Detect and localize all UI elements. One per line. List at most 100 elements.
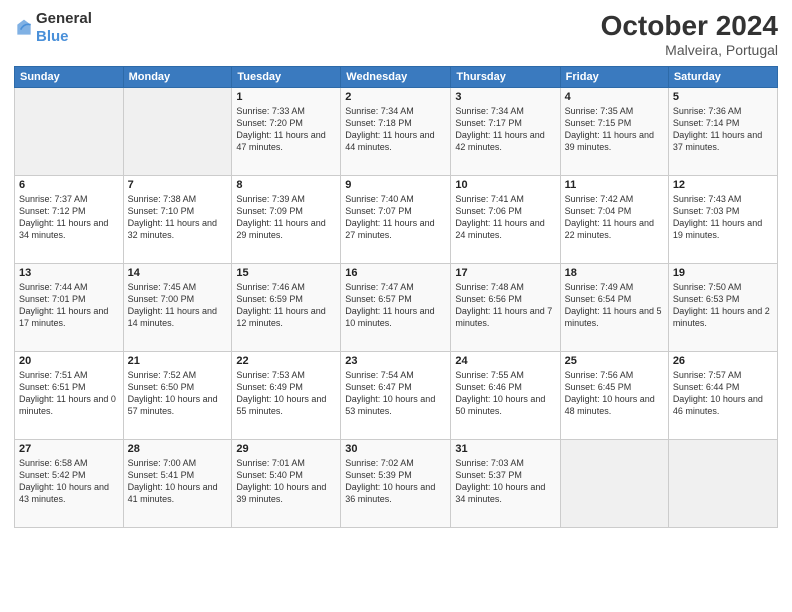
day-number: 1 <box>236 91 336 103</box>
calendar-cell <box>15 88 124 176</box>
calendar-cell: 6 Sunrise: 7:37 AMSunset: 7:12 PMDaylight… <box>15 176 124 264</box>
calendar-body: 1 Sunrise: 7:33 AMSunset: 7:20 PMDaylight… <box>15 88 778 528</box>
logo-blue: Blue <box>36 28 69 45</box>
calendar-cell: 25 Sunrise: 7:56 AMSunset: 6:45 PMDayligh… <box>560 352 668 440</box>
calendar-cell: 20Sunrise: 7:51 AMSunset: 6:51 PMDayligh… <box>15 352 124 440</box>
day-number: 19 <box>673 267 773 279</box>
day-info: Sunrise: 7:00 AMSunset: 5:41 PMDaylight:… <box>128 457 228 506</box>
day-info: Sunrise: 7:57 AMSunset: 6:44 PMDaylight:… <box>673 369 773 418</box>
day-number: 29 <box>236 443 336 455</box>
calendar-week-2: 6 Sunrise: 7:37 AMSunset: 7:12 PMDaylight… <box>15 176 778 264</box>
calendar-cell: 1 Sunrise: 7:33 AMSunset: 7:20 PMDaylight… <box>232 88 341 176</box>
day-info: Sunrise: 7:03 AMSunset: 5:37 PMDaylight:… <box>455 457 555 506</box>
title-block: October 2024 Malveira, Portugal <box>601 10 778 58</box>
day-info: Sunrise: 7:34 AMSunset: 7:17 PMDaylight:… <box>455 105 555 154</box>
day-number: 5 <box>673 91 773 103</box>
weekday-header-friday: Friday <box>560 67 668 88</box>
day-info: Sunrise: 7:37 AMSunset: 7:12 PMDaylight:… <box>19 193 119 242</box>
day-info: Sunrise: 7:42 AMSunset: 7:04 PMDaylight:… <box>565 193 664 242</box>
weekday-header-monday: Monday <box>123 67 232 88</box>
day-info: Sunrise: 7:53 AMSunset: 6:49 PMDaylight:… <box>236 369 336 418</box>
day-number: 27 <box>19 443 119 455</box>
weekday-header-tuesday: Tuesday <box>232 67 341 88</box>
day-info: Sunrise: 7:56 AMSunset: 6:45 PMDaylight:… <box>565 369 664 418</box>
day-info: Sunrise: 7:34 AMSunset: 7:18 PMDaylight:… <box>345 105 446 154</box>
location-title: Malveira, Portugal <box>601 42 778 58</box>
day-number: 13 <box>19 267 119 279</box>
calendar-cell <box>560 440 668 528</box>
day-number: 4 <box>565 91 664 103</box>
day-number: 25 <box>565 355 664 367</box>
day-number: 7 <box>128 179 228 191</box>
day-number: 9 <box>345 179 446 191</box>
weekday-header-thursday: Thursday <box>451 67 560 88</box>
calendar-cell: 2 Sunrise: 7:34 AMSunset: 7:18 PMDaylight… <box>341 88 451 176</box>
calendar-cell: 24 Sunrise: 7:55 AMSunset: 6:46 PMDayligh… <box>451 352 560 440</box>
calendar-cell: 3 Sunrise: 7:34 AMSunset: 7:17 PMDaylight… <box>451 88 560 176</box>
calendar-cell: 9Sunrise: 7:40 AMSunset: 7:07 PMDaylight… <box>341 176 451 264</box>
day-info: Sunrise: 7:41 AMSunset: 7:06 PMDaylight:… <box>455 193 555 242</box>
day-info: Sunrise: 7:49 AMSunset: 6:54 PMDaylight:… <box>565 281 664 330</box>
day-number: 23 <box>345 355 446 367</box>
day-info: Sunrise: 7:44 AMSunset: 7:01 PMDaylight:… <box>19 281 119 330</box>
weekday-row: SundayMondayTuesdayWednesdayThursdayFrid… <box>15 67 778 88</box>
day-number: 22 <box>236 355 336 367</box>
day-number: 21 <box>128 355 228 367</box>
calendar-cell: 10 Sunrise: 7:41 AMSunset: 7:06 PMDayligh… <box>451 176 560 264</box>
calendar-cell: 27 Sunrise: 6:58 AMSunset: 5:42 PMDayligh… <box>15 440 124 528</box>
calendar-week-3: 13 Sunrise: 7:44 AMSunset: 7:01 PMDayligh… <box>15 264 778 352</box>
day-number: 16 <box>345 267 446 279</box>
day-info: Sunrise: 7:35 AMSunset: 7:15 PMDaylight:… <box>565 105 664 154</box>
day-number: 6 <box>19 179 119 191</box>
day-number: 30 <box>345 443 446 455</box>
day-info: Sunrise: 7:02 AMSunset: 5:39 PMDaylight:… <box>345 457 446 506</box>
logo-icon <box>14 18 34 38</box>
calendar-week-1: 1 Sunrise: 7:33 AMSunset: 7:20 PMDaylight… <box>15 88 778 176</box>
calendar-cell: 11 Sunrise: 7:42 AMSunset: 7:04 PMDayligh… <box>560 176 668 264</box>
day-number: 24 <box>455 355 555 367</box>
calendar-cell: 7 Sunrise: 7:38 AMSunset: 7:10 PMDaylight… <box>123 176 232 264</box>
day-number: 20 <box>19 355 119 367</box>
calendar-week-5: 27 Sunrise: 6:58 AMSunset: 5:42 PMDayligh… <box>15 440 778 528</box>
day-number: 31 <box>455 443 555 455</box>
day-number: 10 <box>455 179 555 191</box>
calendar-week-4: 20Sunrise: 7:51 AMSunset: 6:51 PMDayligh… <box>15 352 778 440</box>
day-info: Sunrise: 6:58 AMSunset: 5:42 PMDaylight:… <box>19 457 119 506</box>
day-info: Sunrise: 7:55 AMSunset: 6:46 PMDaylight:… <box>455 369 555 418</box>
day-number: 12 <box>673 179 773 191</box>
page-header: General Blue October 2024 Malveira, Port… <box>14 10 778 58</box>
logo: General Blue <box>14 10 92 46</box>
calendar-cell: 30 Sunrise: 7:02 AMSunset: 5:39 PMDayligh… <box>341 440 451 528</box>
month-title: October 2024 <box>601 10 778 42</box>
calendar-cell: 21 Sunrise: 7:52 AMSunset: 6:50 PMDayligh… <box>123 352 232 440</box>
day-info: Sunrise: 7:48 AMSunset: 6:56 PMDaylight:… <box>455 281 555 330</box>
calendar-cell: 15Sunrise: 7:46 AMSunset: 6:59 PMDayligh… <box>232 264 341 352</box>
day-number: 14 <box>128 267 228 279</box>
day-info: Sunrise: 7:38 AMSunset: 7:10 PMDaylight:… <box>128 193 228 242</box>
day-number: 8 <box>236 179 336 191</box>
day-info: Sunrise: 7:33 AMSunset: 7:20 PMDaylight:… <box>236 105 336 154</box>
weekday-header-sunday: Sunday <box>15 67 124 88</box>
calendar-cell <box>668 440 777 528</box>
calendar-cell: 23 Sunrise: 7:54 AMSunset: 6:47 PMDayligh… <box>341 352 451 440</box>
weekday-header-wednesday: Wednesday <box>341 67 451 88</box>
calendar-cell: 4 Sunrise: 7:35 AMSunset: 7:15 PMDaylight… <box>560 88 668 176</box>
weekday-header-saturday: Saturday <box>668 67 777 88</box>
day-info: Sunrise: 7:45 AMSunset: 7:00 PMDaylight:… <box>128 281 228 330</box>
day-number: 3 <box>455 91 555 103</box>
logo-text: General Blue <box>36 10 92 46</box>
day-info: Sunrise: 7:36 AMSunset: 7:14 PMDaylight:… <box>673 105 773 154</box>
day-info: Sunrise: 7:39 AMSunset: 7:09 PMDaylight:… <box>236 193 336 242</box>
calendar-cell: 29Sunrise: 7:01 AMSunset: 5:40 PMDayligh… <box>232 440 341 528</box>
day-number: 2 <box>345 91 446 103</box>
day-number: 11 <box>565 179 664 191</box>
day-number: 17 <box>455 267 555 279</box>
day-info: Sunrise: 7:54 AMSunset: 6:47 PMDaylight:… <box>345 369 446 418</box>
calendar-table: SundayMondayTuesdayWednesdayThursdayFrid… <box>14 66 778 528</box>
calendar-cell: 26Sunrise: 7:57 AMSunset: 6:44 PMDayligh… <box>668 352 777 440</box>
day-info: Sunrise: 7:46 AMSunset: 6:59 PMDaylight:… <box>236 281 336 330</box>
calendar-cell: 31 Sunrise: 7:03 AMSunset: 5:37 PMDayligh… <box>451 440 560 528</box>
calendar-cell: 8 Sunrise: 7:39 AMSunset: 7:09 PMDaylight… <box>232 176 341 264</box>
day-info: Sunrise: 7:52 AMSunset: 6:50 PMDaylight:… <box>128 369 228 418</box>
calendar-cell: 17 Sunrise: 7:48 AMSunset: 6:56 PMDayligh… <box>451 264 560 352</box>
